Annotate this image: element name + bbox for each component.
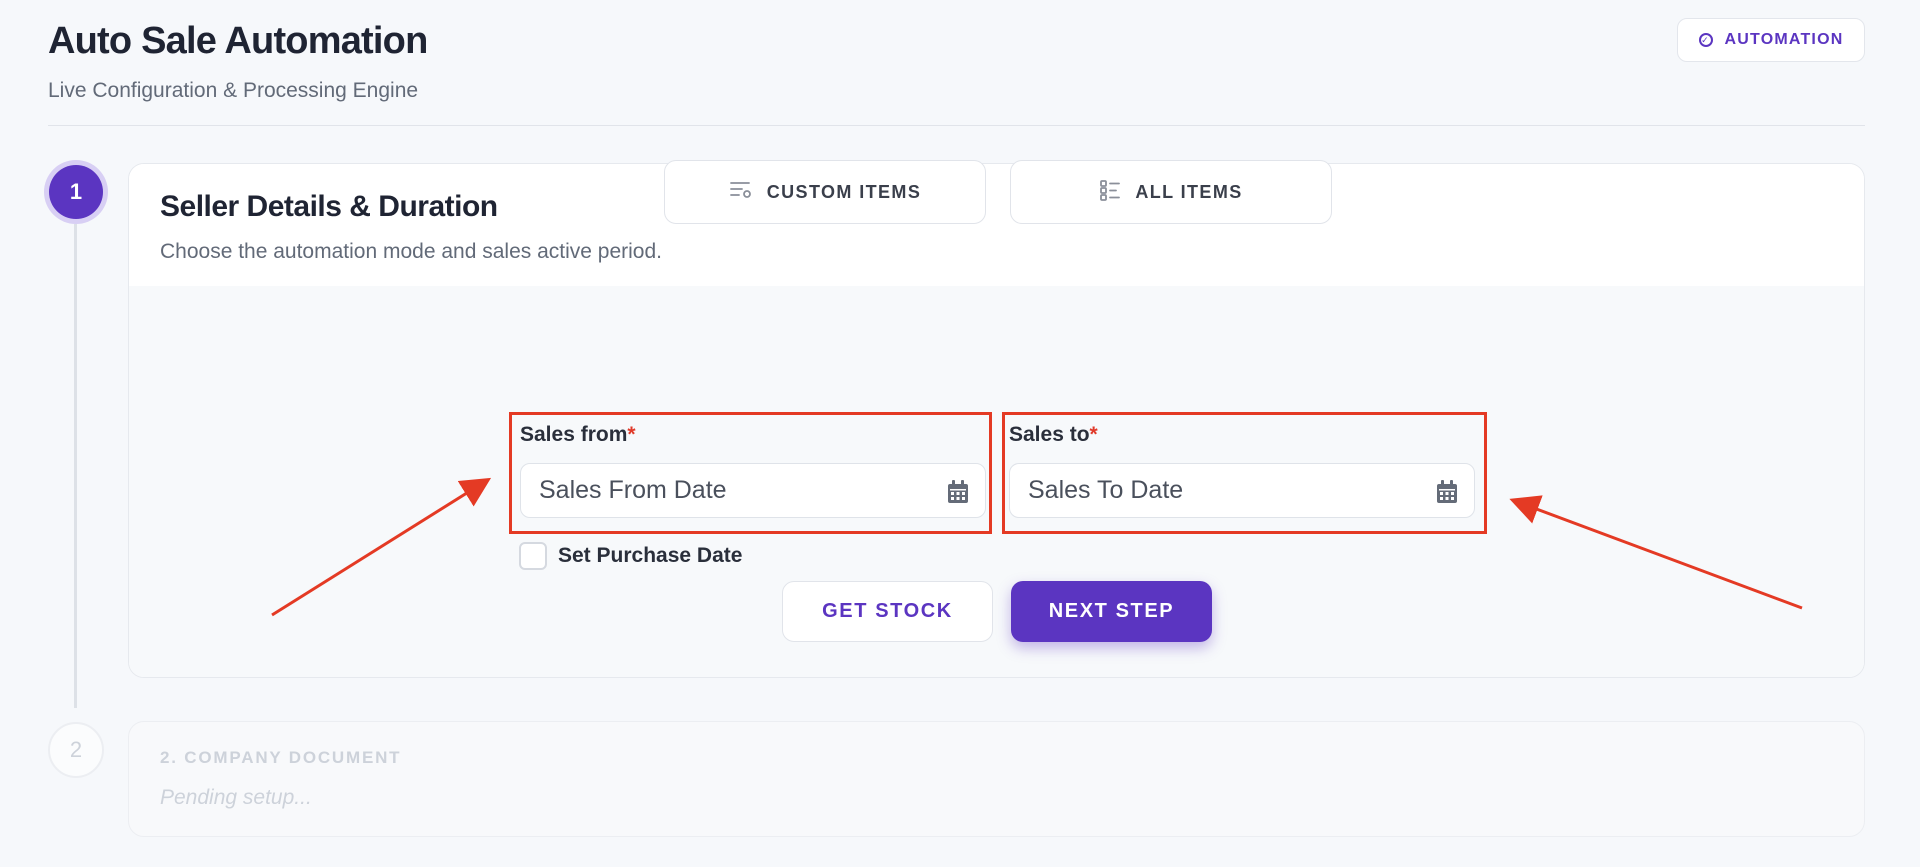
custom-items-button[interactable]: CUSTOM ITEMS <box>664 160 986 224</box>
list-checks-icon <box>1099 179 1121 205</box>
header-divider <box>48 125 1865 126</box>
all-items-label: ALL ITEMS <box>1135 181 1243 202</box>
automation-badge-label: AUTOMATION <box>1724 31 1844 48</box>
set-purchase-date-checkbox[interactable] <box>519 542 547 570</box>
next-step-button[interactable]: NEXT STEP <box>1011 581 1212 642</box>
custom-items-label: CUSTOM ITEMS <box>766 181 922 202</box>
step-2-title: 2. COMPANY DOCUMENT <box>160 748 402 767</box>
sales-to-highlight <box>1002 412 1487 534</box>
step-2-card: 2. COMPANY DOCUMENT Pending setup... <box>128 721 1865 837</box>
check-circle-icon: ✓ <box>1698 33 1713 47</box>
all-items-button[interactable]: ALL ITEMS <box>1010 160 1332 224</box>
automation-badge[interactable]: ✓ AUTOMATION <box>1677 18 1865 62</box>
step-2-status: Pending setup... <box>160 786 312 809</box>
page-header: Auto Sale Automation Live Configuration … <box>48 18 1865 104</box>
step-1-body <box>129 286 1864 677</box>
timeline-connector <box>74 224 77 708</box>
step-1-header: Seller Details & Duration Choose the aut… <box>129 164 1864 286</box>
sales-from-highlight <box>509 412 992 534</box>
step-1-card: Seller Details & Duration Choose the aut… <box>128 163 1865 678</box>
step-1-number: 1 <box>49 165 103 219</box>
step-1-title: Seller Details & Duration <box>160 190 498 223</box>
set-purchase-date-label[interactable]: Set Purchase Date <box>558 544 742 568</box>
list-settings-icon <box>729 179 753 205</box>
page-title: Auto Sale Automation <box>48 20 428 62</box>
step-1-indicator: 1 <box>44 160 108 224</box>
get-stock-button[interactable]: GET STOCK <box>782 581 993 642</box>
step-1-description: Choose the automation mode and sales act… <box>160 240 662 263</box>
page-subtitle: Live Configuration & Processing Engine <box>48 79 419 102</box>
step-2-indicator: 2 <box>48 722 104 778</box>
